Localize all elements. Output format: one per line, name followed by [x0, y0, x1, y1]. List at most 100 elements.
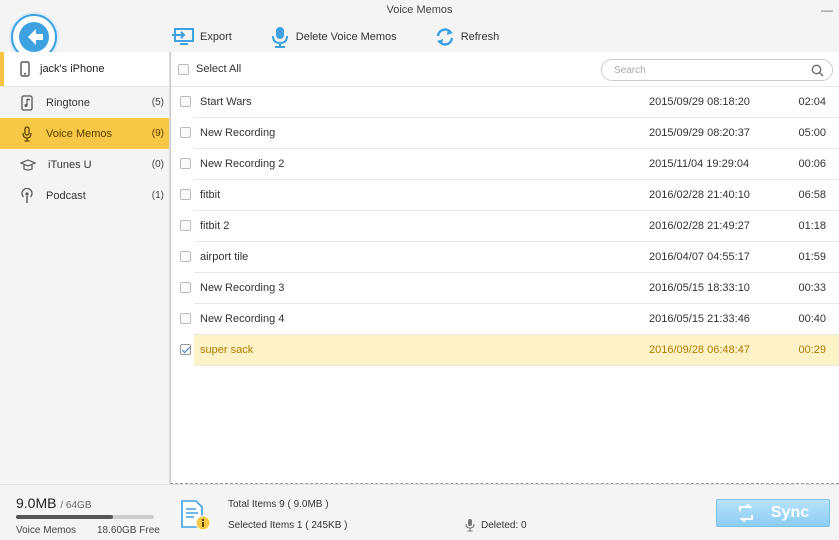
- total-items: Total Items 9 ( 9.0MB ): [228, 499, 329, 510]
- row-checkbox[interactable]: [180, 95, 191, 107]
- sidebar-item-label: Ringtone: [46, 96, 91, 109]
- storage-bar: [16, 515, 154, 519]
- row-checkbox[interactable]: [180, 281, 191, 293]
- table-row-selected[interactable]: super sack 2016/09/28 06:48:47 00:29: [171, 335, 839, 366]
- table-row[interactable]: New Recording 2 2015/11/04 19:29:04 00:0…: [171, 149, 839, 180]
- table-row[interactable]: New Recording 3 2016/05/15 18:33:10 00:3…: [171, 273, 839, 304]
- storage-capacity: / 64GB: [60, 500, 92, 511]
- microphone-icon: [465, 519, 475, 532]
- export-icon: [172, 28, 194, 45]
- sidebar-item-label: Podcast: [46, 189, 86, 202]
- row-checkbox[interactable]: [180, 312, 191, 324]
- memo-date: 2015/09/29 08:20:37: [649, 127, 750, 139]
- microphone-icon: [22, 125, 32, 142]
- select-all-checkbox[interactable]: [178, 63, 189, 75]
- deleted-label: Deleted: 0: [481, 519, 527, 531]
- memo-date: 2016/05/15 21:33:46: [649, 313, 750, 325]
- back-arrow-icon: [19, 22, 49, 52]
- sidebar-item-count: (9): [151, 128, 164, 139]
- sidebar-item-count: (0): [151, 159, 164, 170]
- microphone-delete-icon: [271, 27, 288, 48]
- search-icon[interactable]: [811, 64, 824, 77]
- file-info-icon: [181, 500, 211, 531]
- memo-title: New Recording 2: [200, 158, 285, 170]
- table-row[interactable]: fitbit 2 2016/02/28 21:49:27 01:18: [171, 211, 839, 242]
- memo-duration: 01:18: [798, 220, 826, 232]
- storage-free: 18.60GB Free: [97, 525, 160, 536]
- storage-bar-fill: [16, 515, 113, 519]
- sidebar-item-voice-memos[interactable]: Voice Memos (9): [0, 118, 169, 149]
- export-label: Export: [200, 31, 232, 43]
- sidebar-item-count: (5): [151, 97, 164, 108]
- memo-date: 2016/02/28 21:40:10: [649, 189, 750, 201]
- toolbar: Export Delete Voice Memos Refresh: [170, 22, 535, 52]
- memo-date: 2016/09/28 06:48:47: [649, 344, 750, 356]
- memo-title: fitbit: [200, 189, 221, 201]
- storage-category: Voice Memos: [16, 525, 77, 536]
- select-all-label[interactable]: Select All: [196, 63, 241, 75]
- deleted-count: Deleted: 0: [465, 518, 527, 532]
- memo-date: 2015/09/29 08:18:20: [649, 96, 750, 108]
- table-row[interactable]: airport tile 2016/04/07 04:55:17 01:59: [171, 242, 839, 273]
- memo-duration: 00:06: [798, 158, 826, 170]
- sidebar: jack's iPhone Ringtone (5) Voice Memos (…: [0, 52, 170, 484]
- row-checkbox[interactable]: [180, 126, 191, 138]
- memo-duration: 00:29: [798, 344, 826, 356]
- memo-date: 2015/11/04 19:29:04: [649, 158, 750, 170]
- search-placeholder: Search: [614, 65, 646, 76]
- memo-duration: 06:58: [798, 189, 826, 201]
- sidebar-item-label: Voice Memos: [46, 127, 113, 140]
- voice-memo-list: Select All Search Start Wars 2015/09/29 …: [170, 52, 839, 484]
- delete-voice-memos-button[interactable]: Delete Voice Memos: [268, 25, 397, 49]
- delete-label: Delete Voice Memos: [295, 31, 397, 43]
- sync-icon: [738, 504, 753, 522]
- memo-duration: 02:04: [798, 96, 826, 108]
- storage-used-value: 9.0MB: [16, 495, 57, 511]
- selected-items: Selected Items 1 ( 245KB ): [228, 520, 348, 531]
- row-checkbox[interactable]: [180, 188, 191, 200]
- sidebar-item-count: (1): [151, 190, 164, 201]
- row-checkbox[interactable]: [180, 219, 191, 231]
- phone-icon: [20, 61, 30, 77]
- device-name: jack's iPhone: [40, 63, 105, 75]
- export-button[interactable]: Export: [170, 26, 232, 48]
- ringtone-icon: [21, 94, 33, 111]
- memo-date: 2016/04/07 04:55:17: [649, 251, 750, 263]
- memo-date: 2016/02/28 21:49:27: [649, 220, 750, 232]
- memo-title: Start Wars: [200, 96, 252, 108]
- graduation-cap-icon: [20, 158, 36, 171]
- table-row[interactable]: Start Wars 2015/09/29 08:18:20 02:04: [171, 87, 839, 118]
- memo-title: New Recording 4: [200, 313, 285, 325]
- memo-title: airport tile: [200, 251, 249, 263]
- row-checkbox[interactable]: [180, 157, 191, 169]
- list-header: Select All Search: [171, 52, 839, 87]
- sidebar-item-ringtone[interactable]: Ringtone (5): [0, 87, 169, 118]
- storage-used: 9.0MB / 64GB: [16, 495, 92, 511]
- memo-title: super sack: [200, 344, 254, 356]
- memo-title: New Recording 3: [200, 282, 285, 294]
- table-row[interactable]: New Recording 4 2016/05/15 21:33:46 00:4…: [171, 304, 839, 335]
- minimize-button[interactable]: —: [821, 0, 833, 20]
- sync-button[interactable]: Sync: [716, 499, 830, 527]
- title-bar: Voice Memos —: [0, 0, 839, 20]
- memo-duration: 01:59: [798, 251, 826, 263]
- refresh-button[interactable]: Refresh: [433, 26, 500, 48]
- row-checkbox[interactable]: [180, 343, 191, 355]
- memo-duration: 05:00: [798, 127, 826, 139]
- window-title: Voice Memos: [386, 4, 453, 16]
- table-row[interactable]: fitbit 2016/02/28 21:40:10 06:58: [171, 180, 839, 211]
- memo-title: New Recording: [200, 127, 276, 139]
- memo-duration: 00:33: [798, 282, 826, 294]
- refresh-icon: [436, 28, 453, 46]
- table-row[interactable]: New Recording 2015/09/29 08:20:37 05:00: [171, 118, 839, 149]
- row-checkbox[interactable]: [180, 250, 191, 262]
- refresh-label: Refresh: [460, 31, 500, 43]
- podcast-icon: [21, 187, 33, 203]
- sidebar-item-itunes-u[interactable]: iTunes U (0): [0, 149, 169, 180]
- device-item[interactable]: jack's iPhone: [0, 52, 169, 87]
- memo-duration: 00:40: [798, 313, 826, 325]
- sidebar-item-podcast[interactable]: Podcast (1): [0, 180, 169, 211]
- status-footer: 9.0MB / 64GB Voice Memos 18.60GB Free To…: [0, 484, 839, 540]
- sync-label: Sync: [770, 504, 810, 521]
- search-input[interactable]: Search: [601, 59, 833, 81]
